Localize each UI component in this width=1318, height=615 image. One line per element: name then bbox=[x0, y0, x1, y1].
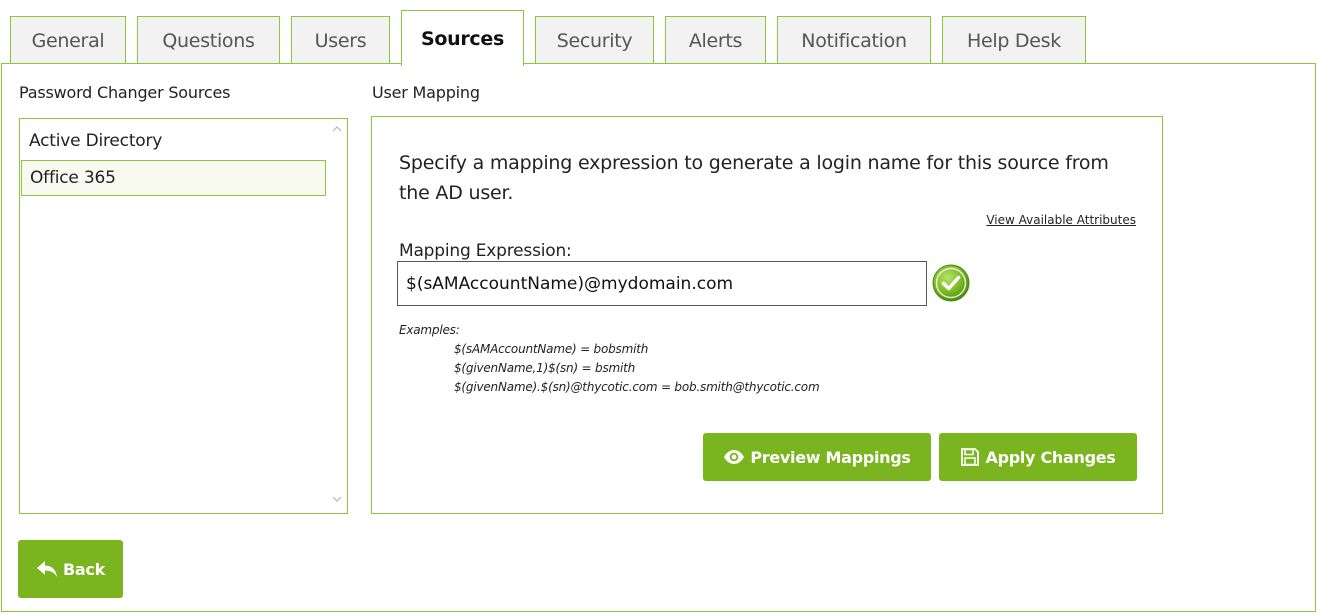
tab-sources[interactable]: Sources bbox=[401, 10, 524, 66]
tab-label: General bbox=[31, 29, 105, 52]
reply-arrow-icon bbox=[37, 561, 58, 577]
examples-title: Examples: bbox=[399, 323, 460, 337]
scroll-down-icon[interactable] bbox=[332, 495, 342, 505]
back-button[interactable]: Back bbox=[18, 540, 123, 598]
sources-tab-panel: Password Changer Sources User Mapping Ac… bbox=[1, 63, 1316, 612]
list-item-office-365[interactable]: Office 365 bbox=[21, 160, 326, 196]
tab-help-desk[interactable]: Help Desk bbox=[942, 16, 1086, 64]
tab-label: Users bbox=[314, 29, 367, 52]
eye-icon bbox=[724, 450, 745, 464]
list-item-active-directory[interactable]: Active Directory bbox=[21, 123, 326, 159]
listbox-scrollbar[interactable] bbox=[327, 119, 347, 513]
user-mapping-title: User Mapping bbox=[372, 83, 480, 102]
list-item-label: Office 365 bbox=[30, 168, 116, 188]
user-mapping-box: Specify a mapping expression to generate… bbox=[371, 116, 1163, 514]
tab-label: Security bbox=[556, 29, 633, 52]
tab-general[interactable]: General bbox=[10, 16, 126, 64]
example-line: $(givenName,1)$(sn) = bsmith bbox=[454, 361, 636, 375]
tab-questions[interactable]: Questions bbox=[137, 16, 280, 64]
tab-bar: General Questions Users Sources Security… bbox=[0, 0, 1318, 66]
tab-notification[interactable]: Notification bbox=[777, 16, 931, 64]
tab-alerts[interactable]: Alerts bbox=[665, 16, 766, 64]
mapping-description: Specify a mapping expression to generate… bbox=[399, 152, 1109, 204]
example-line: $(sAMAccountName) = bobsmith bbox=[454, 342, 649, 356]
tab-label: Questions bbox=[162, 29, 255, 52]
examples-block: Examples: $(sAMAccountName) = bobsmith $… bbox=[399, 321, 820, 397]
check-circle-icon bbox=[931, 263, 971, 303]
example-line: $(givenName).$(sn)@thycotic.com = bob.sm… bbox=[454, 380, 820, 394]
mapping-expression-input[interactable] bbox=[397, 261, 927, 306]
tab-label: Help Desk bbox=[967, 29, 1061, 52]
back-button-label: Back bbox=[63, 559, 105, 579]
apply-changes-button[interactable]: Apply Changes bbox=[939, 433, 1137, 481]
preview-mappings-label: Preview Mappings bbox=[750, 447, 911, 467]
tab-security[interactable]: Security bbox=[535, 16, 654, 64]
preview-mappings-button[interactable]: Preview Mappings bbox=[703, 433, 931, 481]
view-attributes-link[interactable]: View Available Attributes bbox=[986, 213, 1136, 227]
tab-label: Alerts bbox=[688, 29, 743, 52]
tab-label: Sources bbox=[421, 27, 504, 50]
scroll-up-icon[interactable] bbox=[332, 125, 342, 135]
floppy-disk-icon bbox=[961, 448, 980, 466]
list-item-label: Active Directory bbox=[29, 131, 163, 151]
tab-label: Notification bbox=[801, 29, 907, 52]
apply-changes-label: Apply Changes bbox=[985, 447, 1116, 467]
tab-users[interactable]: Users bbox=[291, 16, 390, 64]
mapping-expression-label: Mapping Expression: bbox=[399, 241, 572, 261]
sources-listbox[interactable]: Active Directory Office 365 bbox=[19, 118, 348, 514]
sources-list-title: Password Changer Sources bbox=[19, 83, 231, 102]
